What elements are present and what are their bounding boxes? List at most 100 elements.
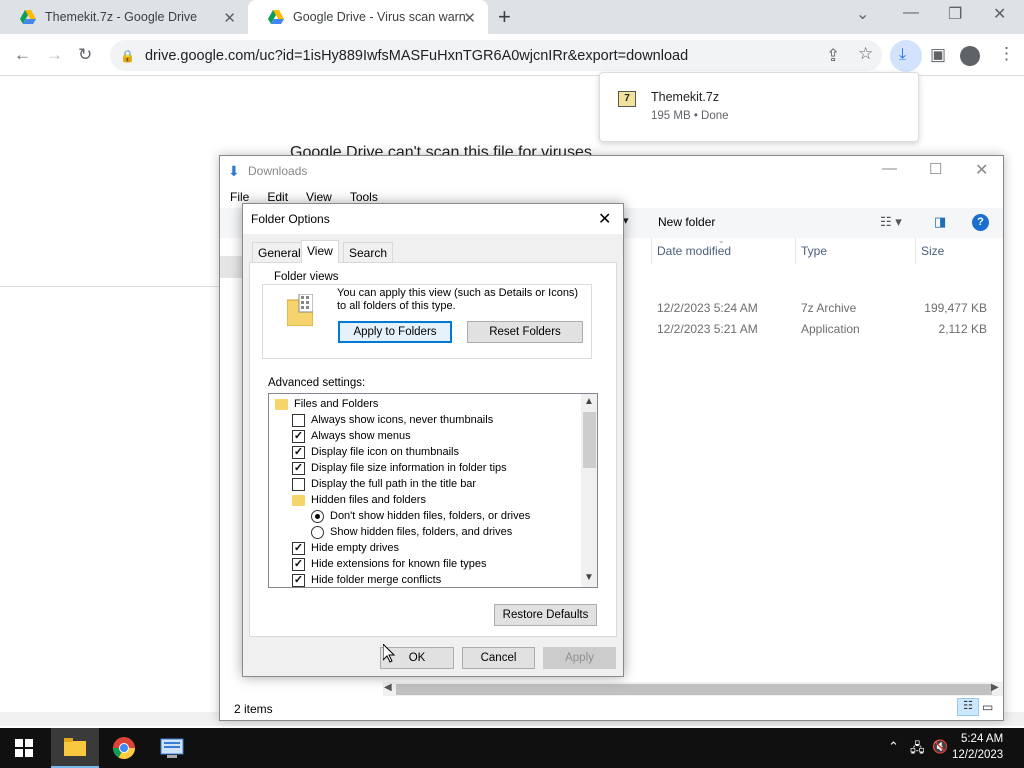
share-icon[interactable]: ⇪: [826, 46, 840, 66]
checkbox-unchecked-icon[interactable]: [292, 477, 305, 491]
column-divider[interactable]: [795, 238, 796, 264]
browser-tab-bar: Themekit.7z - Google Drive ✕ Google Driv…: [0, 0, 1024, 34]
tab-close-icon[interactable]: ✕: [223, 9, 236, 27]
checkbox-checked-icon[interactable]: ✓: [292, 541, 305, 555]
checkbox-checked-icon[interactable]: ✓: [292, 429, 305, 443]
tab-view[interactable]: View: [301, 240, 339, 263]
scroll-right-icon[interactable]: ▶: [991, 682, 999, 693]
downloads-folder-icon: ⬇: [228, 163, 240, 179]
checkbox-checked-icon[interactable]: ✓: [292, 573, 305, 587]
taskbar-file-explorer[interactable]: [51, 728, 99, 768]
scrollbar-thumb[interactable]: [583, 412, 596, 468]
taskbar-clock[interactable]: 5:24 AM 12/2/2023: [952, 731, 1003, 763]
close-icon[interactable]: ✕: [598, 209, 611, 229]
folder-views-icon: [287, 294, 313, 326]
browser-tab[interactable]: Themekit.7z - Google Drive ✕: [0, 0, 248, 34]
network-icon[interactable]: 🖧: [910, 739, 925, 761]
address-bar[interactable]: 🔒 drive.google.com/uc?id=1isHy889IwfsMAS…: [110, 40, 882, 71]
advanced-settings-tree[interactable]: Files and Folders Always show icons, neve…: [268, 393, 598, 588]
minimize-icon[interactable]: —: [882, 160, 897, 177]
scroll-left-icon[interactable]: ◀: [384, 682, 392, 693]
radio-unselected-icon[interactable]: [311, 525, 324, 539]
downloads-button[interactable]: ⤓: [890, 40, 922, 72]
taskbar-chrome[interactable]: [100, 728, 148, 768]
tree-row-check[interactable]: ✓ Display file size information in folder…: [292, 460, 507, 476]
bookmark-star-icon[interactable]: ☆: [858, 44, 873, 64]
column-header-type[interactable]: Type: [801, 244, 827, 258]
tree-row-check[interactable]: Always show icons, never thumbnails: [292, 412, 493, 428]
folder-views-description: You can apply this view (such as Details…: [337, 287, 579, 312]
close-window-icon[interactable]: ✕: [993, 4, 1006, 24]
forward-icon[interactable]: →: [46, 45, 63, 65]
preview-pane-icon[interactable]: ◨: [934, 214, 946, 230]
file-type: 7z Archive: [801, 301, 857, 315]
menu-tools[interactable]: Tools: [350, 190, 378, 204]
tab-search-icon[interactable]: ⌄: [856, 4, 869, 24]
details-view-icon[interactable]: ☷: [957, 698, 979, 716]
folder-options-dialog: Folder Options ✕ General View Search Fol…: [242, 203, 624, 677]
tree-row-radio[interactable]: Show hidden files, folders, and drives: [311, 524, 512, 540]
menu-view[interactable]: View: [306, 190, 332, 204]
checkbox-checked-icon[interactable]: ✓: [292, 461, 305, 475]
close-window-icon[interactable]: ✕: [975, 160, 988, 180]
side-panel-icon[interactable]: ▣: [930, 45, 946, 65]
tree-row-label: Hide extensions for known file types: [311, 558, 487, 570]
apply-button[interactable]: Apply: [543, 647, 616, 669]
scroll-up-icon[interactable]: ▲: [584, 396, 594, 407]
help-icon[interactable]: ?: [972, 214, 989, 231]
tree-row-check[interactable]: Display the full path in the title bar: [292, 476, 476, 492]
clock-time: 5:24 AM: [960, 733, 1004, 745]
start-button[interactable]: [0, 728, 48, 768]
tree-row-radio[interactable]: Don't show hidden files, folders, or dri…: [311, 508, 530, 524]
tree-row-label: Files and Folders: [294, 398, 379, 410]
tree-row-check[interactable]: ✓ Hide extensions for known file types: [292, 556, 486, 572]
apply-to-folders-button[interactable]: Apply to Folders: [338, 321, 452, 343]
file-row[interactable]: 12/2/2023 5:24 AM 7z Archive 199,477 KB: [657, 301, 997, 319]
back-icon[interactable]: ←: [14, 45, 31, 65]
new-folder-button[interactable]: New folder: [658, 215, 715, 229]
taskbar-control-panel[interactable]: [148, 728, 196, 768]
menu-edit[interactable]: Edit: [267, 190, 288, 204]
radio-selected-icon[interactable]: [311, 509, 324, 523]
scroll-down-icon[interactable]: ▼: [584, 572, 594, 583]
column-divider[interactable]: [915, 238, 916, 264]
google-drive-icon: [20, 10, 36, 24]
file-row[interactable]: 12/2/2023 5:21 AM Application 2,112 KB: [657, 322, 997, 340]
checkbox-checked-icon[interactable]: ✓: [292, 445, 305, 459]
tree-row-check[interactable]: ✓ Hide folder merge conflicts: [292, 572, 441, 587]
column-divider[interactable]: [651, 238, 652, 264]
reload-icon[interactable]: ↻: [78, 45, 92, 65]
view-options-icon[interactable]: ☷ ▾: [880, 214, 902, 230]
tab-search[interactable]: Search: [343, 242, 394, 262]
menu-file[interactable]: File: [230, 190, 249, 204]
tree-row-folder: Hidden files and folders: [292, 492, 426, 508]
restore-defaults-button[interactable]: Restore Defaults: [494, 604, 597, 626]
large-icons-view-icon[interactable]: ▭: [982, 700, 993, 714]
restore-icon[interactable]: ❐: [948, 4, 962, 24]
tab-general[interactable]: General: [252, 242, 307, 262]
column-header-date[interactable]: Date modified: [657, 244, 731, 258]
windows-logo-icon: [15, 739, 33, 757]
cancel-button[interactable]: Cancel: [462, 647, 535, 669]
tab-close-icon[interactable]: ✕: [463, 9, 476, 27]
tree-row-check[interactable]: ✓ Hide empty drives: [292, 540, 399, 556]
checkbox-unchecked-icon[interactable]: [292, 413, 305, 427]
new-tab-button[interactable]: +: [498, 4, 511, 30]
checkbox-checked-icon[interactable]: ✓: [292, 557, 305, 571]
maximize-icon[interactable]: ☐: [929, 160, 942, 178]
volume-muted-icon[interactable]: 🔇: [932, 739, 948, 755]
column-header-size[interactable]: Size: [921, 244, 944, 258]
menu-kebab-icon[interactable]: ⋮: [998, 44, 1015, 64]
minimize-icon[interactable]: —: [903, 4, 919, 22]
tree-row-label: Don't show hidden files, folders, or dri…: [330, 510, 531, 522]
profile-avatar-icon[interactable]: [960, 46, 980, 66]
browser-tab-active[interactable]: Google Drive - Virus scan warnin ✕: [248, 0, 488, 34]
reset-folders-button[interactable]: Reset Folders: [467, 321, 583, 343]
tree-row-label: Display file icon on thumbnails: [311, 446, 459, 458]
scrollbar-thumb[interactable]: [396, 684, 992, 695]
tree-row-check[interactable]: ✓ Display file icon on thumbnails: [292, 444, 459, 460]
tree-row-check[interactable]: ✓ Always show menus: [292, 428, 411, 444]
download-file-name[interactable]: Themekit.7z: [651, 90, 719, 104]
show-hidden-icons-icon[interactable]: ⌃: [888, 739, 899, 755]
file-size: 2,112 KB: [938, 322, 987, 336]
